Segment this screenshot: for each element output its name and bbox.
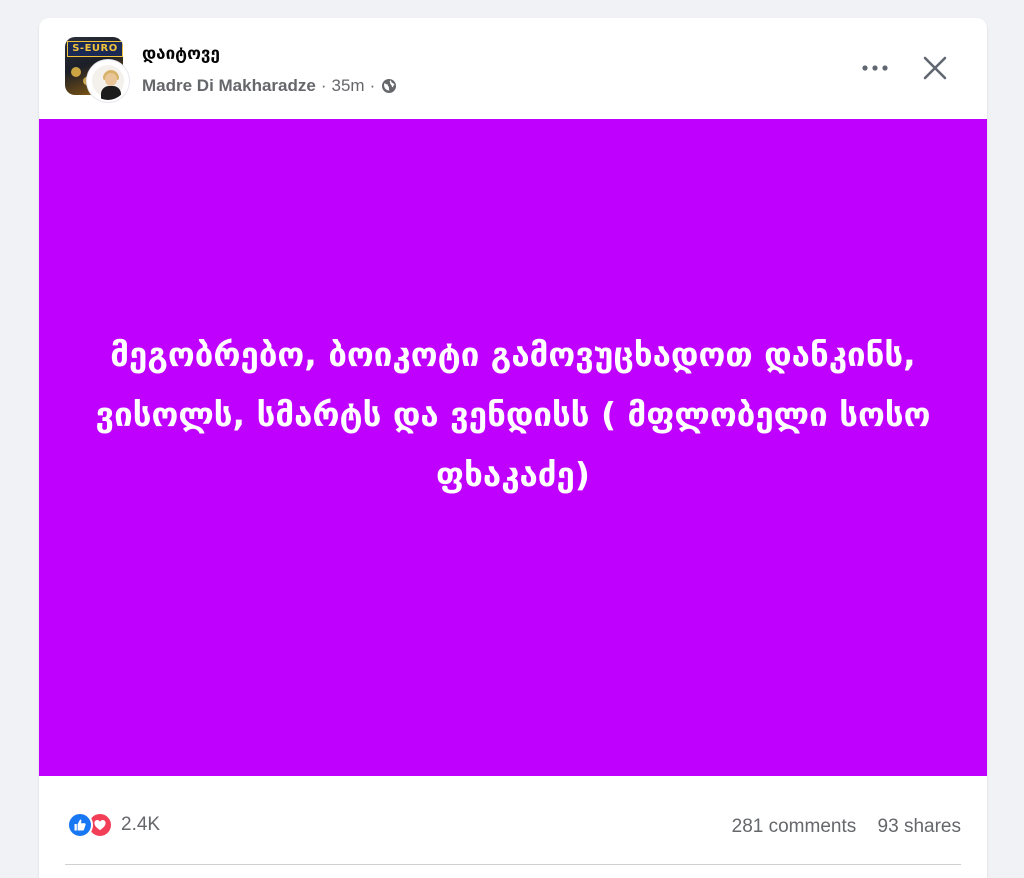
group-name-link[interactable]: დაიტოვე <box>142 44 220 64</box>
post-image-text: მეგობრებო, ბოიკოტი გამოვუცხადოთ დანკინს,… <box>95 335 931 494</box>
more-options-button[interactable] <box>855 53 895 83</box>
post-card: S-EURO დაიტოვე Madre Di Makharadze · 35m… <box>39 18 987 878</box>
avatar-face <box>105 73 117 86</box>
reaction-count: 2.4K <box>121 814 161 835</box>
meta-separator: · <box>320 76 327 95</box>
globe-icon[interactable] <box>381 78 397 94</box>
engagement-stats: 281 comments 93 shares <box>732 816 961 838</box>
post-header: S-EURO დაიტოვე Madre Di Makharadze · 35m… <box>39 18 987 118</box>
meta-separator: · <box>369 76 376 95</box>
group-avatar-sign: S-EURO <box>67 41 123 57</box>
like-icon <box>67 812 93 838</box>
post-timestamp[interactable]: 35m <box>332 76 365 96</box>
comments-count-link[interactable]: 281 comments <box>732 816 857 837</box>
post-footer: 2.4K 281 comments 93 shares <box>39 776 987 878</box>
author-name-link[interactable]: Madre Di Makharadze <box>142 76 316 96</box>
more-horizontal-icon <box>862 65 888 71</box>
author-avatar[interactable] <box>87 60 129 102</box>
footer-divider <box>65 864 961 865</box>
close-icon <box>923 56 947 80</box>
post-image[interactable]: მეგობრებო, ბოიკოტი გამოვუცხადოთ დანკინს,… <box>39 119 987 776</box>
shares-count-link[interactable]: 93 shares <box>878 816 961 837</box>
avatar-decoration <box>71 67 81 77</box>
author-avatar-photo <box>92 65 124 100</box>
post-meta: Madre Di Makharadze · 35m · <box>142 76 397 96</box>
close-button[interactable] <box>915 48 955 88</box>
reactions-summary[interactable]: 2.4K <box>67 812 160 838</box>
avatar-body <box>101 86 121 100</box>
